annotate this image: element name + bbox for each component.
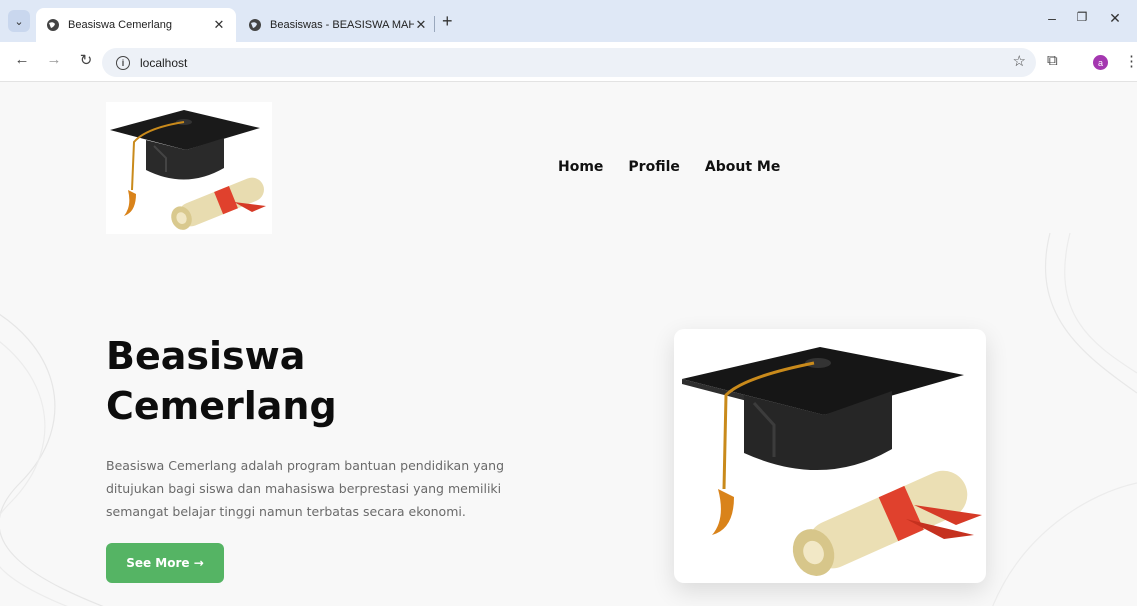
new-tab-icon[interactable]: + bbox=[442, 11, 453, 32]
tab-divider bbox=[434, 16, 435, 32]
close-tab-icon[interactable]: ✕ bbox=[414, 17, 428, 33]
graduation-cap-logo[interactable] bbox=[106, 102, 272, 234]
browser-tab-bar: ⌄ Beasiswa Cemerlang ✕ Beasiswas - BEASI… bbox=[0, 0, 1137, 42]
reload-icon[interactable]: ↻ bbox=[76, 51, 96, 69]
hero-image-card bbox=[674, 329, 986, 583]
site-info-icon[interactable]: i bbox=[116, 55, 130, 70]
forward-icon[interactable]: → bbox=[44, 51, 64, 68]
nav-about-me[interactable]: About Me bbox=[705, 159, 780, 175]
hero-title-line2: Cemerlang bbox=[106, 384, 337, 428]
tab-search-button[interactable]: ⌄ bbox=[8, 10, 30, 32]
extensions-icon[interactable]: ⧉ bbox=[1047, 52, 1058, 69]
back-icon[interactable]: ← bbox=[12, 51, 32, 68]
globe-icon bbox=[47, 19, 59, 31]
tab-title: Beasiswas - BEASISWA MAHASI bbox=[270, 19, 414, 31]
hero-description: Beasiswa Cemerlang adalah program bantua… bbox=[106, 458, 505, 519]
minimize-icon[interactable]: – bbox=[1042, 10, 1062, 26]
page-content: Home Profile About Me Beasiswa Cemerlang… bbox=[0, 83, 1137, 606]
graduation-cap-image bbox=[682, 347, 982, 576]
profile-avatar[interactable]: a bbox=[1093, 55, 1108, 70]
hero-title: Beasiswa Cemerlang bbox=[106, 331, 526, 431]
close-tab-icon[interactable]: ✕ bbox=[212, 17, 226, 33]
decorative-lines-right bbox=[992, 233, 1137, 606]
address-bar[interactable]: i localhost ☆ bbox=[102, 48, 1036, 77]
more-menu-icon[interactable]: ⋮ bbox=[1124, 52, 1137, 70]
nav-profile[interactable]: Profile bbox=[628, 159, 679, 175]
tab-title: Beasiswa Cemerlang bbox=[68, 19, 172, 31]
hero-title-line1: Beasiswa bbox=[106, 334, 306, 378]
tab-beasiswa-cemerlang[interactable]: Beasiswa Cemerlang ✕ bbox=[36, 8, 236, 42]
see-more-button[interactable]: See More → bbox=[106, 543, 224, 583]
tab-beasiswas[interactable]: Beasiswas - BEASISWA MAHASI ✕ bbox=[238, 8, 438, 42]
bookmark-star-icon[interactable]: ☆ bbox=[1013, 52, 1026, 70]
restore-icon[interactable]: ❐ bbox=[1072, 10, 1092, 24]
main-nav: Home Profile About Me bbox=[558, 159, 780, 175]
globe-icon bbox=[249, 19, 261, 31]
address-text: localhost bbox=[140, 55, 188, 70]
browser-toolbar: ← → ↻ i localhost ☆ ⧉ a ⋮ bbox=[0, 42, 1137, 82]
close-window-icon[interactable]: ✕ bbox=[1105, 10, 1125, 27]
nav-home[interactable]: Home bbox=[558, 159, 603, 175]
